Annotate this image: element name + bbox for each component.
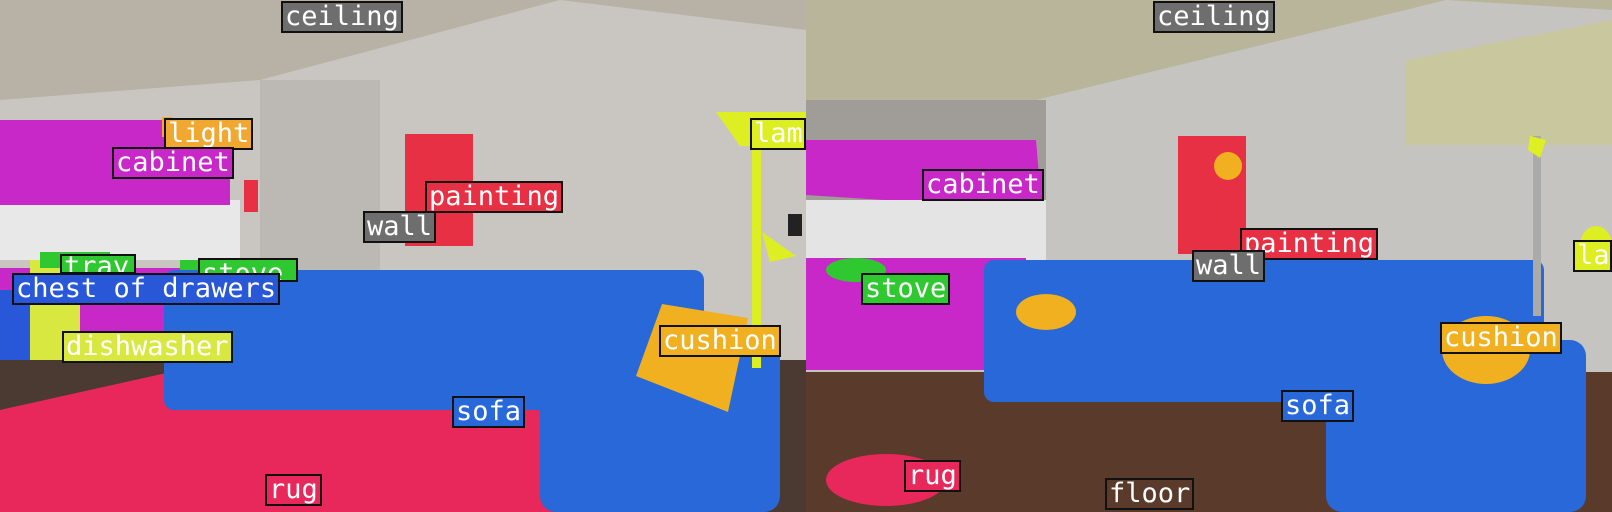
label-floor: floor [1105, 478, 1195, 510]
label-cushion: cushion [1440, 322, 1562, 354]
right-painting-mask [1178, 136, 1246, 254]
label-sofa: sofa [452, 396, 526, 428]
label-rug: rug [265, 474, 322, 506]
label-stove: stove [861, 273, 951, 305]
label-lamp: la [1573, 240, 1612, 272]
label-cabinet: cabinet [922, 169, 1044, 201]
right-cushion-mask [1016, 294, 1076, 330]
label-chest-of-drawers: chest of drawers [12, 273, 281, 305]
label-cabinet: cabinet [112, 147, 234, 179]
label-light: light [164, 118, 254, 150]
label-ceiling: ceiling [1153, 1, 1275, 33]
left-segmentation-image: ceiling light cabinet painting wall lam … [0, 0, 806, 512]
right-segmentation-image: ceiling cabinet painting wall la stove c… [806, 0, 1612, 512]
label-painting: painting [425, 181, 564, 213]
label-dishwasher: dishwasher [62, 331, 233, 363]
label-sofa: sofa [1281, 390, 1355, 422]
label-cushion: cushion [659, 325, 781, 357]
label-ceiling: ceiling [281, 1, 403, 33]
label-rug: rug [904, 460, 961, 492]
label-wall: wall [1192, 250, 1266, 282]
label-tray: tray [60, 254, 136, 274]
label-lamp: lam [750, 118, 806, 150]
label-wall: wall [363, 211, 437, 243]
